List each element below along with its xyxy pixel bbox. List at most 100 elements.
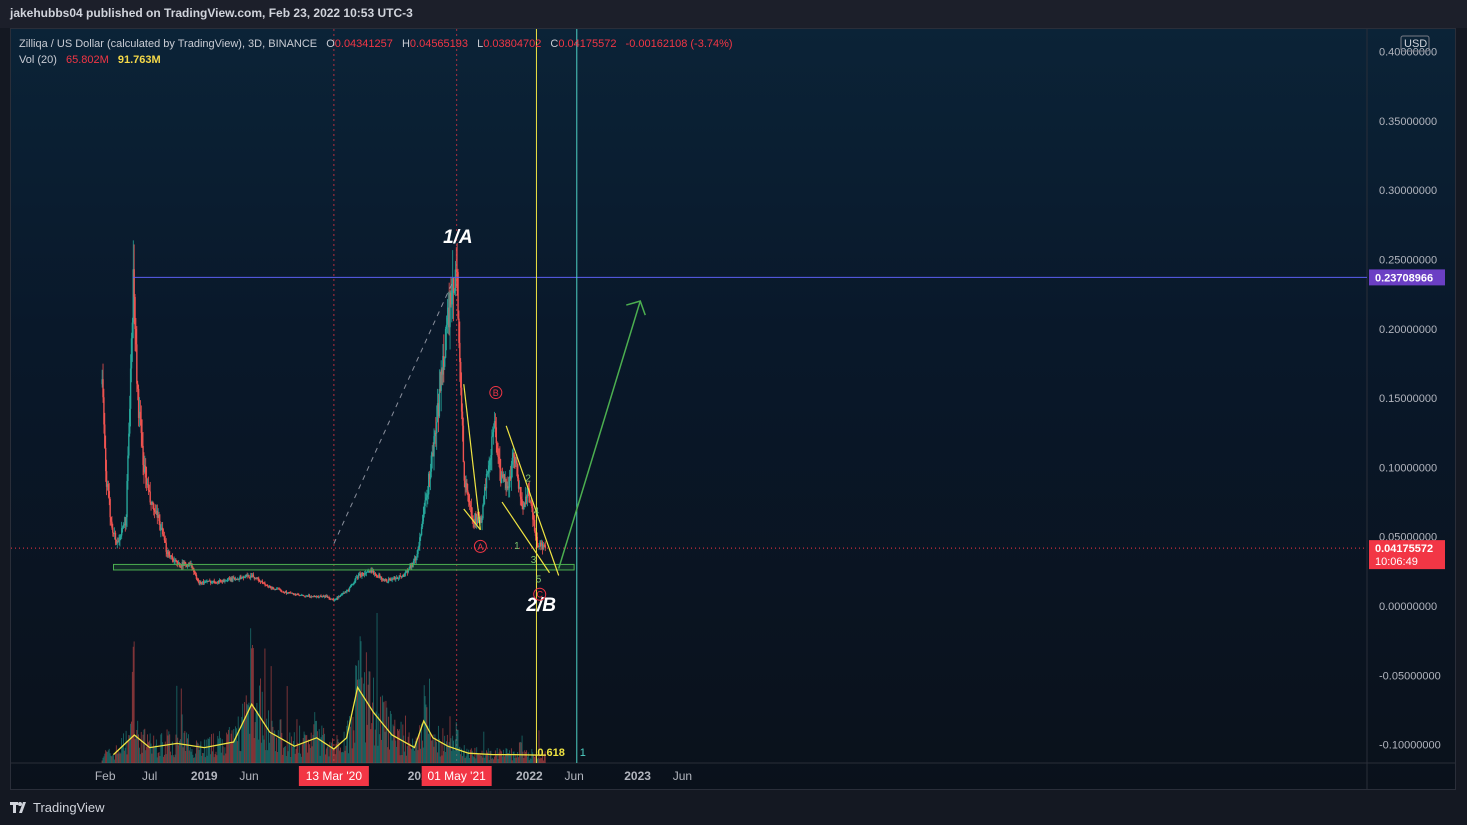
countdown-label: 10:06:49 xyxy=(1375,556,1418,568)
volume-bar xyxy=(262,735,264,763)
volume-bar xyxy=(520,742,522,763)
volume-bar xyxy=(297,742,299,763)
volume-bar xyxy=(259,685,261,763)
volume-bar xyxy=(198,750,200,763)
volume-bar xyxy=(471,750,473,763)
volume-bar xyxy=(180,688,182,763)
tradingview-logo[interactable]: TradingView xyxy=(10,800,105,815)
volume-bar xyxy=(456,729,458,763)
volume-bar xyxy=(388,716,390,763)
x-tick-label: Jul xyxy=(142,769,157,783)
volume-bar xyxy=(290,756,292,763)
volume-bar xyxy=(227,734,228,763)
volume-bar xyxy=(224,747,226,763)
volume-bar xyxy=(347,720,349,763)
volume-bar xyxy=(324,733,325,763)
volume-bar xyxy=(260,742,262,763)
volume-bar xyxy=(194,757,196,763)
volume-bar xyxy=(244,716,246,763)
volume-bar xyxy=(268,742,270,763)
volume-bar xyxy=(341,751,343,763)
volume-bar xyxy=(340,747,342,763)
volume-bar xyxy=(486,750,487,763)
price-chart[interactable]: 0.400000000.350000000.300000000.25000000… xyxy=(11,29,1456,790)
volume-bar xyxy=(284,746,286,763)
volume-bar xyxy=(118,753,120,763)
volume-bar xyxy=(511,760,513,763)
volume-bar xyxy=(133,641,135,763)
volume-bar xyxy=(339,750,341,763)
volume-bar xyxy=(523,758,525,763)
y-tick-label: -0.10000000 xyxy=(1379,740,1441,752)
volume-bar xyxy=(401,754,403,763)
volume-bar xyxy=(332,749,334,763)
candle-body xyxy=(495,427,498,444)
volume-bar xyxy=(185,750,187,763)
volume-bar xyxy=(244,702,245,763)
candle-body xyxy=(462,425,465,463)
volume-bar xyxy=(257,710,259,763)
volume-bar xyxy=(261,691,263,763)
volume-bar xyxy=(503,756,505,763)
volume-bar xyxy=(139,754,141,763)
volume-bar xyxy=(423,685,425,763)
candle-body xyxy=(424,500,426,506)
volume-bar xyxy=(354,742,356,763)
volume-bar xyxy=(136,729,138,763)
volume-bar xyxy=(455,722,457,763)
volume-bar xyxy=(137,720,139,763)
volume-bar xyxy=(484,757,486,763)
volume-bar xyxy=(389,749,390,763)
volume-bar xyxy=(124,747,126,763)
volume-bar xyxy=(235,726,237,763)
volume-bar xyxy=(500,750,502,763)
volume-bar xyxy=(483,731,485,763)
volume-bar xyxy=(264,648,266,763)
volume-bar xyxy=(103,756,105,763)
volume-bar xyxy=(532,752,534,763)
volume-bar xyxy=(477,753,479,763)
volume-bar xyxy=(192,754,194,763)
volume-bar xyxy=(207,738,209,763)
volume-bar xyxy=(153,735,155,763)
volume-bar xyxy=(139,747,140,763)
volume-bar xyxy=(521,735,523,763)
volume-bar xyxy=(145,750,147,763)
fib-level-label: 0.618 xyxy=(537,747,565,759)
volume-bar xyxy=(522,751,524,763)
volume-bar xyxy=(365,742,366,763)
chart-frame[interactable]: 0.40000000 0.35000000 0.30000000 0.25000000… xyxy=(10,28,1456,790)
volume-bar xyxy=(358,679,360,763)
volume-bar xyxy=(506,748,508,763)
y-tick-label: 0.15000000 xyxy=(1379,393,1437,405)
volume-bar xyxy=(147,742,149,763)
volume-bar xyxy=(526,750,527,763)
volume-bar xyxy=(240,751,242,763)
volume-bar xyxy=(279,719,281,763)
volume-bar xyxy=(475,758,477,763)
volume-bar xyxy=(121,737,123,763)
volume-bar xyxy=(195,753,196,763)
volume-bar xyxy=(376,613,378,763)
volume-bar xyxy=(285,756,287,763)
volume-bar xyxy=(417,750,419,763)
volume-bar xyxy=(242,703,244,763)
volume-bar xyxy=(111,756,113,763)
volume-bar xyxy=(278,738,280,763)
candle-body xyxy=(444,357,446,367)
y-tick-label: 0.25000000 xyxy=(1379,255,1437,267)
volume-bar xyxy=(518,742,520,763)
volume-bar xyxy=(163,754,165,763)
volume-bar xyxy=(375,711,377,763)
volume-bar xyxy=(135,735,137,763)
volume-bar xyxy=(160,734,162,763)
volume-bar xyxy=(389,710,391,763)
candle-body xyxy=(298,594,300,596)
volume-bar xyxy=(445,751,446,763)
volume-bar xyxy=(203,739,205,763)
volume-bar xyxy=(303,731,305,763)
volume-bar xyxy=(281,732,283,763)
volume-bar xyxy=(454,739,456,763)
volume-bar xyxy=(492,757,494,763)
y-tick-label: 0.10000000 xyxy=(1379,462,1437,474)
